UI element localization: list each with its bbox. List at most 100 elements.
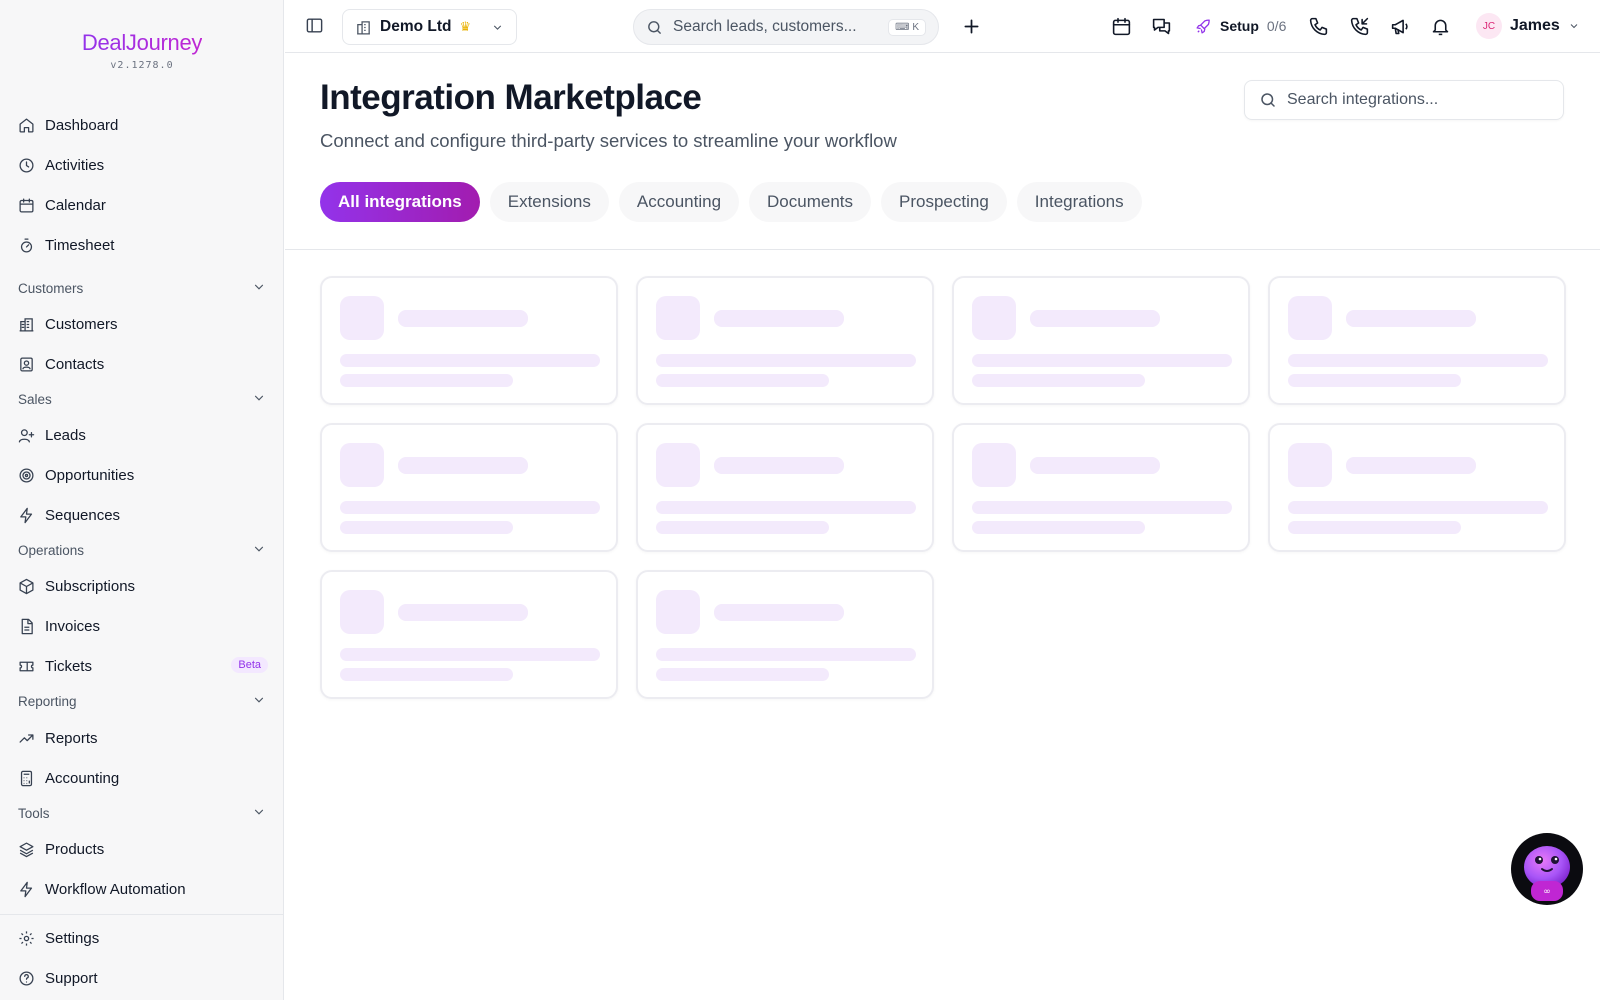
add-icon[interactable] (961, 16, 982, 37)
phone-icon[interactable] (1308, 16, 1329, 37)
section-sales[interactable]: Sales (18, 389, 266, 409)
skeleton-title (1346, 457, 1476, 474)
tab-integrations[interactable]: Integrations (1016, 182, 1142, 222)
main-divider (285, 249, 1600, 250)
incoming-call-icon[interactable] (1349, 16, 1370, 37)
sidebar-item-reports[interactable]: Reports (18, 726, 268, 750)
sidebar-item-label: Tickets (45, 657, 92, 675)
bell-icon[interactable] (1430, 16, 1451, 37)
section-title: Operations (18, 542, 85, 558)
sidebar-item-settings[interactable]: Settings (18, 926, 268, 950)
skeleton-title (398, 604, 528, 621)
sidebar-item-customers[interactable]: Customers (18, 312, 268, 336)
sidebar-item-workflow-automation[interactable]: Workflow Automation (18, 877, 268, 901)
sidebar-item-label: Support (45, 969, 98, 987)
sidebar-item-leads[interactable]: Leads (18, 423, 268, 447)
skeleton-icon (656, 296, 700, 340)
setup-count: 0/6 (1266, 18, 1287, 34)
logo-text: DealJourney (81, 30, 203, 55)
integration-card-skeleton (1268, 423, 1566, 552)
logo[interactable]: DealJourney v2.1278.0 (0, 30, 284, 71)
sidebar-item-label: Dashboard (45, 116, 119, 134)
skeleton-line1 (340, 354, 600, 367)
setup-progress[interactable]: Setup 0/6 (1195, 14, 1286, 38)
integration-card-skeleton (320, 276, 618, 405)
clock-icon (18, 157, 35, 174)
skeleton-line2 (340, 668, 513, 681)
skeleton-title (398, 457, 528, 474)
integration-card-skeleton (1268, 276, 1566, 405)
calculator-icon (18, 770, 35, 787)
sidebar-item-sequences[interactable]: Sequences (18, 503, 268, 527)
skeleton-icon (340, 590, 384, 634)
calendar-icon[interactable] (1111, 16, 1132, 37)
sidebar-item-label: Customers (45, 315, 118, 333)
organization-select[interactable]: Demo Ltd ♛ (342, 9, 517, 45)
sidebar-item-activities[interactable]: Activities (18, 153, 268, 177)
section-tools[interactable]: Tools (18, 803, 266, 823)
global-search-placeholder: Search leads, customers... (673, 18, 857, 35)
integration-card-skeleton (952, 276, 1250, 405)
skeleton-title (1030, 457, 1160, 474)
skeleton-line1 (972, 354, 1232, 367)
skeleton-title (398, 310, 528, 327)
sidebar-item-label: Sequences (45, 506, 121, 524)
integration-card-skeleton (320, 423, 618, 552)
tab-documents[interactable]: Documents (749, 182, 872, 222)
tab-accounting[interactable]: Accounting (618, 182, 740, 222)
contact-icon (18, 356, 35, 373)
section-customers[interactable]: Customers (18, 278, 266, 298)
sidebar-item-calendar[interactable]: Calendar (18, 193, 268, 217)
sidebar-item-support[interactable]: Support (18, 966, 268, 990)
sidebar-item-products[interactable]: Products (18, 837, 268, 861)
section-title: Tools (18, 805, 50, 821)
sidebar-item-subscriptions[interactable]: Subscriptions (18, 574, 268, 598)
sidebar-item-label: Workflow Automation (45, 880, 186, 898)
user-menu[interactable]: JC James (1476, 13, 1580, 39)
user-plus-icon (18, 427, 35, 444)
integration-search[interactable] (1244, 80, 1564, 120)
sidebar-item-invoices[interactable]: Invoices (18, 614, 268, 638)
skeleton-line2 (972, 374, 1145, 387)
megaphone-icon[interactable] (1390, 16, 1411, 37)
assistant-button[interactable]: ∞ (1511, 833, 1583, 905)
chevron-down-icon (1568, 20, 1580, 32)
sidebar-toggle-icon[interactable] (305, 16, 324, 35)
sidebar-item-contacts[interactable]: Contacts (18, 352, 268, 376)
page-title: Integration Marketplace (320, 78, 702, 117)
sidebar-item-label: Timesheet (45, 236, 115, 254)
timer-icon (18, 237, 35, 254)
skeleton-line2 (340, 521, 513, 534)
skeleton-line1 (656, 354, 916, 367)
section-reporting[interactable]: Reporting (18, 691, 266, 711)
crown-icon: ♛ (459, 19, 472, 34)
sidebar-item-timesheet[interactable]: Timesheet (18, 233, 268, 257)
sidebar-divider (0, 914, 284, 915)
skeleton-title (714, 604, 844, 621)
sidebar-item-accounting[interactable]: Accounting (18, 766, 268, 790)
section-operations[interactable]: Operations (18, 540, 266, 560)
sidebar-item-opportunities[interactable]: Opportunities (18, 463, 268, 487)
file-icon (18, 618, 35, 635)
skeleton-title (714, 457, 844, 474)
sidebar-item-label: Opportunities (45, 466, 135, 484)
skeleton-icon (656, 590, 700, 634)
messages-icon[interactable] (1151, 16, 1172, 37)
target-icon (18, 467, 35, 484)
sidebar-item-dashboard[interactable]: Dashboard (18, 113, 268, 137)
chevron-down-icon (491, 21, 504, 34)
section-title: Customers (18, 280, 84, 296)
beta-badge: Beta (231, 657, 268, 673)
skeleton-icon (1288, 443, 1332, 487)
skeleton-line2 (1288, 374, 1461, 387)
tab-all-integrations[interactable]: All integrations (320, 182, 480, 222)
tab-prospecting[interactable]: Prospecting (881, 182, 1007, 222)
integration-search-input[interactable] (1287, 91, 1549, 109)
tab-extensions[interactable]: Extensions (489, 182, 609, 222)
layers-icon (18, 841, 35, 858)
sidebar: DealJourney v2.1278.0 Dashboard Activiti… (0, 0, 284, 1000)
skeleton-line1 (1288, 354, 1548, 367)
sidebar-item-tickets[interactable]: Tickets Beta (18, 654, 268, 678)
rocket-icon (1195, 18, 1212, 35)
global-search[interactable]: Search leads, customers... ⌨ K (633, 9, 939, 45)
